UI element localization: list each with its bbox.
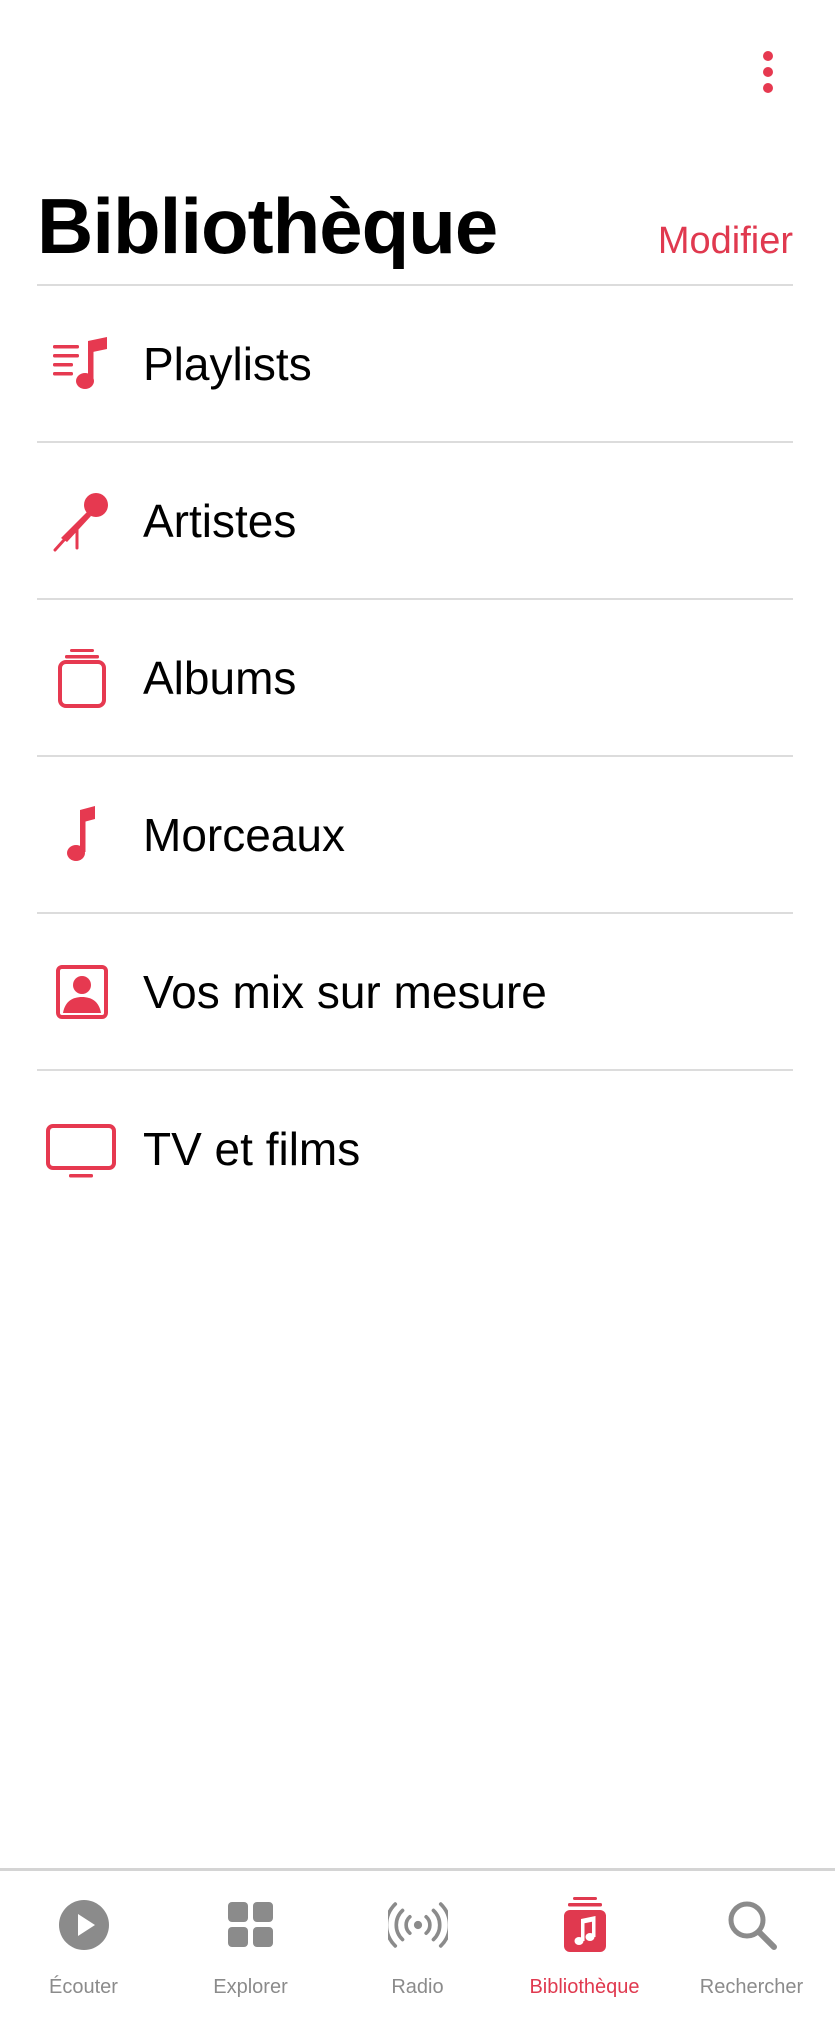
edit-button[interactable]: Modifier — [658, 216, 793, 266]
person-square-icon — [51, 961, 113, 1023]
tab-label: Rechercher — [699, 1976, 804, 1998]
library-item-label: Vos mix sur mesure — [143, 965, 547, 1018]
more-dot — [763, 83, 773, 93]
library-item-artists[interactable]: Artistes — [37, 441, 793, 598]
library-item-playlists[interactable]: Playlists — [37, 284, 793, 441]
more-options-button[interactable] — [748, 42, 788, 102]
tab-label: Écouter — [49, 1976, 118, 1998]
radio-waves-icon — [387, 1895, 448, 1955]
tab-library[interactable]: Bibliothèque — [501, 1871, 668, 2017]
library-header: Bibliothèque Modifier — [37, 178, 793, 286]
library-list: Playlists Artistes Albums Morceaux Vos m… — [37, 284, 793, 1226]
tv-icon — [45, 1118, 117, 1180]
music-note-icon — [51, 804, 113, 866]
tab-search[interactable]: Rechercher — [668, 1871, 835, 2017]
library-item-made-for-you[interactable]: Vos mix sur mesure — [37, 912, 793, 1069]
microphone-icon — [51, 490, 113, 552]
tab-browse[interactable]: Explorer — [167, 1871, 334, 2017]
album-stack-icon — [51, 647, 113, 709]
library-item-label: Artistes — [143, 494, 297, 547]
tab-radio[interactable]: Radio — [334, 1871, 501, 2017]
tab-label: Bibliothèque — [529, 1976, 640, 1998]
library-item-albums[interactable]: Albums — [37, 598, 793, 755]
page-title: Bibliothèque — [37, 182, 498, 270]
tab-bar: Écouter Explorer Radio Bibliothèque Rech… — [0, 1868, 835, 2017]
top-bar — [0, 0, 835, 140]
play-circle-icon — [54, 1895, 114, 1955]
library-item-label: Morceaux — [143, 808, 345, 861]
tab-listen-now[interactable]: Écouter — [0, 1871, 167, 2017]
search-icon — [722, 1895, 782, 1955]
library-icon — [555, 1895, 615, 1955]
more-vertical-icon — [763, 51, 773, 61]
more-dot — [763, 67, 773, 77]
library-item-songs[interactable]: Morceaux — [37, 755, 793, 912]
library-item-label: TV et films — [143, 1122, 361, 1175]
tab-label: Explorer — [213, 1976, 288, 1998]
playlist-icon — [51, 333, 113, 395]
library-item-label: Albums — [143, 651, 297, 704]
library-item-tv-films[interactable]: TV et films — [37, 1069, 793, 1226]
grid-icon — [221, 1895, 281, 1955]
library-item-label: Playlists — [143, 337, 312, 390]
tab-label: Radio — [391, 1976, 444, 1998]
